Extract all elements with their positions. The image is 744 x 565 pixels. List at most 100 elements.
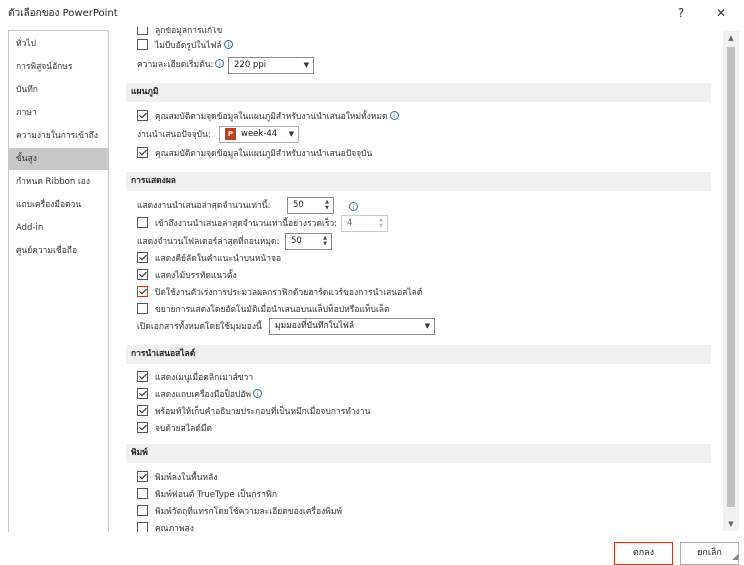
chart-all-new-checkbox[interactable] bbox=[137, 110, 148, 121]
print-truetype-row[interactable]: พิมพ์ฟอนต์ TrueType เป็นกราฟิก bbox=[137, 487, 277, 503]
print-truetype-label: พิมพ์ฟอนต์ TrueType เป็นกราฟิก bbox=[155, 490, 278, 500]
vertical-ruler-row[interactable]: แสดงไม้บรรทัดแนวตั้ง bbox=[137, 268, 237, 284]
no-compress-row[interactable]: ไม่บีบอัดรูปในไฟล์ i bbox=[137, 38, 233, 54]
sidebar-item-language[interactable]: ภาษา bbox=[9, 102, 108, 124]
unpinned-folders-spinner[interactable]: 50 ▲ ▼ bbox=[285, 233, 332, 250]
info-icon: i bbox=[223, 40, 233, 49]
scrollbar-thumb[interactable] bbox=[727, 47, 735, 507]
info-icon: i bbox=[389, 111, 399, 120]
disable-hw-accel-row[interactable]: ปิดใช้งานตัวเร่งการประมวลผลกราฟิกด้วยฮาร… bbox=[137, 285, 422, 301]
print-background-checkbox[interactable] bbox=[137, 471, 148, 482]
options-panel: ลูกข้อมูลการแก้ไข ไม่บีบอัดรูปในไฟล์ i คว… bbox=[118, 27, 724, 532]
quick-access-spinner: 4 ▲ ▼ bbox=[341, 215, 388, 232]
sidebar-item-addins[interactable]: Add-in bbox=[9, 217, 108, 239]
chart-all-new-row[interactable]: คุณสมบัติตามจุดข้อมูลในแผนภูมิสำหรับงานน… bbox=[137, 109, 399, 125]
section-chart-heading: แผนภูมิ bbox=[126, 83, 711, 102]
quick-access-label: เข้าถึงงานนำเสนอล่าสุดจำนวนเท่านี้อย่างร… bbox=[155, 219, 338, 229]
cancel-button[interactable]: ยกเลิก bbox=[680, 542, 739, 565]
right-click-menu-row[interactable]: แสดงเมนูเมื่อคลิกเมาส์ขวา bbox=[137, 370, 253, 386]
keep-ink-checkbox[interactable] bbox=[137, 405, 148, 416]
window-title: ตัวเลือกของ PowerPoint bbox=[8, 8, 118, 19]
info-icon: i bbox=[253, 389, 263, 398]
title-bar: ตัวเลือกของ PowerPoint ? ✕ bbox=[0, 0, 744, 27]
black-slide-row[interactable]: จบด้วยสไลด์มืด bbox=[137, 421, 212, 437]
resolution-dropdown[interactable]: 220 ppi ▼ bbox=[228, 57, 314, 74]
resize-grip-icon[interactable]: ◢ bbox=[732, 552, 742, 562]
auto-extend-label: ขยายการแสดงโดยอัตโนมัติเมื่อนำเสนอบนแล็ป… bbox=[155, 305, 390, 315]
vertical-scrollbar[interactable]: ▲ ▼ bbox=[723, 31, 739, 531]
info-icon: i bbox=[215, 59, 225, 68]
current-presentation-dropdown[interactable]: Pweek-44 ▼ bbox=[219, 126, 299, 143]
resolution-label: ความละเอียดเริ่มต้น: bbox=[137, 60, 214, 70]
partial-checkbox[interactable] bbox=[137, 27, 148, 35]
resolution-row: ความละเอียดเริ่มต้น: i bbox=[137, 57, 225, 73]
chart-current-checkbox[interactable] bbox=[137, 147, 148, 158]
sidebar-item-customize-ribbon[interactable]: กำหนด Ribbon เอง bbox=[9, 171, 108, 193]
chevron-down-icon: ▼ bbox=[424, 322, 430, 330]
help-button[interactable]: ? bbox=[666, 2, 696, 24]
sidebar-item-quick-access[interactable]: แถบเครื่องมือด่วน bbox=[9, 194, 108, 216]
section-slideshow-heading: การนำเสนอสไลด์ bbox=[126, 345, 711, 364]
current-presentation-label: งานนำเสนอปัจจุบัน: bbox=[137, 130, 211, 140]
recent-count-spinner[interactable]: 50 ▲ ▼ bbox=[287, 197, 334, 214]
open-view-value: มุมมองที่บันทึกในไฟล์ bbox=[275, 321, 355, 331]
auto-extend-checkbox[interactable] bbox=[137, 303, 148, 314]
shortcut-keys-label: แสดงคีย์ลัดในคำแนะนำบนหน้าจอ bbox=[155, 254, 282, 264]
no-compress-label: ไม่บีบอัดรูปในไฟล์ bbox=[155, 41, 222, 51]
section-display-heading: การแสดงผล bbox=[126, 172, 711, 191]
right-click-menu-checkbox[interactable] bbox=[137, 371, 148, 382]
powerpoint-icon: P bbox=[225, 127, 236, 140]
chart-all-new-label: คุณสมบัติตามจุดข้อมูลในแผนภูมิสำหรับงานน… bbox=[155, 112, 388, 122]
sidebar-item-save[interactable]: บันทึก bbox=[9, 79, 108, 101]
black-slide-checkbox[interactable] bbox=[137, 422, 148, 433]
open-view-dropdown[interactable]: มุมมองที่บันทึกในไฟล์ ▼ bbox=[269, 318, 435, 335]
resolution-value: 220 ppi bbox=[234, 60, 267, 70]
print-inserted-row[interactable]: พิมพ์วัตถุที่แทรกโดยใช้ความละเอียดของเคร… bbox=[137, 504, 342, 520]
unpinned-folders-label: แสดงจำนวนโฟลเดอร์ล่าสุดที่ถอนหมุด: bbox=[137, 237, 280, 247]
keep-ink-row[interactable]: พร้อมท์ให้เก็บคำอธิบายประกอบที่เป็นหมึกเ… bbox=[137, 404, 370, 420]
chart-current-row[interactable]: คุณสมบัติตามจุดข้อมูลในแผนภูมิสำหรับงานน… bbox=[137, 146, 372, 162]
chevron-down-icon: ▼ bbox=[288, 130, 294, 138]
right-click-menu-label: แสดงเมนูเมื่อคลิกเมาส์ขวา bbox=[155, 373, 254, 383]
quick-access-row[interactable]: เข้าถึงงานนำเสนอล่าสุดจำนวนเท่านี้อย่างร… bbox=[137, 216, 337, 232]
disable-hw-accel-checkbox[interactable] bbox=[137, 286, 148, 297]
shortcut-keys-checkbox[interactable] bbox=[137, 252, 148, 263]
auto-extend-row[interactable]: ขยายการแสดงโดยอัตโนมัติเมื่อนำเสนอบนแล็ป… bbox=[137, 302, 390, 318]
print-inserted-label: พิมพ์วัตถุที่แทรกโดยใช้ความละเอียดของเคร… bbox=[155, 507, 343, 517]
unpinned-folders-value: 50 bbox=[291, 236, 302, 246]
ok-button[interactable]: ตกลง bbox=[614, 542, 673, 565]
high-quality-row[interactable]: คุณภาพสูง bbox=[137, 521, 194, 532]
print-truetype-checkbox[interactable] bbox=[137, 488, 148, 499]
print-background-row[interactable]: พิมพ์ลงในพื้นหลัง bbox=[137, 470, 218, 486]
popup-toolbar-label: แสดงแถบเครื่องมือป็อปอัพ bbox=[155, 390, 252, 400]
popup-toolbar-checkbox[interactable] bbox=[137, 388, 148, 399]
dialog-footer: ตกลง ยกเลิก ◢ bbox=[0, 532, 744, 565]
chart-current-label: คุณสมบัติตามจุดข้อมูลในแผนภูมิสำหรับงานน… bbox=[155, 149, 373, 159]
sidebar-item-general[interactable]: ทั่วไป bbox=[9, 33, 108, 55]
high-quality-checkbox[interactable] bbox=[137, 522, 148, 532]
scroll-up-icon[interactable]: ▲ bbox=[723, 31, 739, 45]
sidebar-item-proofing[interactable]: การพิสูจน์อักษร bbox=[9, 56, 108, 78]
open-view-label: เปิดเอกสารทั้งหมดโดยใช้มุมมองนี้ bbox=[137, 322, 262, 332]
close-button[interactable]: ✕ bbox=[706, 2, 736, 24]
print-background-label: พิมพ์ลงในพื้นหลัง bbox=[155, 473, 218, 483]
spin-arrows-icon[interactable]: ▲ ▼ bbox=[320, 235, 330, 248]
spin-arrows-icon[interactable]: ▲ ▼ bbox=[322, 199, 332, 212]
scroll-down-icon[interactable]: ▼ bbox=[723, 517, 739, 531]
no-compress-checkbox[interactable] bbox=[137, 39, 148, 50]
disable-hw-accel-label: ปิดใช้งานตัวเร่งการประมวลผลกราฟิกด้วยฮาร… bbox=[155, 288, 423, 298]
popup-toolbar-row[interactable]: แสดงแถบเครื่องมือป็อปอัพ i bbox=[137, 387, 263, 403]
partial-option-label: ลูกข้อมูลการแก้ไข bbox=[155, 27, 223, 36]
quick-access-value: 4 bbox=[347, 218, 353, 228]
sidebar-list: ทั่วไป การพิสูจน์อักษร บันทึก ภาษา ความง… bbox=[8, 30, 109, 550]
sidebar-item-trust-center[interactable]: ศูนย์ความเชื่อถือ bbox=[9, 240, 108, 262]
vertical-ruler-checkbox[interactable] bbox=[137, 269, 148, 280]
shortcut-keys-row[interactable]: แสดงคีย์ลัดในคำแนะนำบนหน้าจอ bbox=[137, 251, 281, 267]
sidebar-item-advanced[interactable]: ขั้นสูง bbox=[9, 148, 108, 170]
quick-access-checkbox[interactable] bbox=[137, 217, 148, 228]
black-slide-label: จบด้วยสไลด์มืด bbox=[155, 424, 212, 434]
recent-count-label: แสดงงานนำเสนอล่าสุดจำนวนเท่านี้: bbox=[137, 201, 271, 211]
sidebar-item-accessibility[interactable]: ความง่ายในการเข้าถึง bbox=[9, 125, 108, 147]
chevron-down-icon: ▼ bbox=[303, 61, 309, 69]
print-inserted-checkbox[interactable] bbox=[137, 505, 148, 516]
